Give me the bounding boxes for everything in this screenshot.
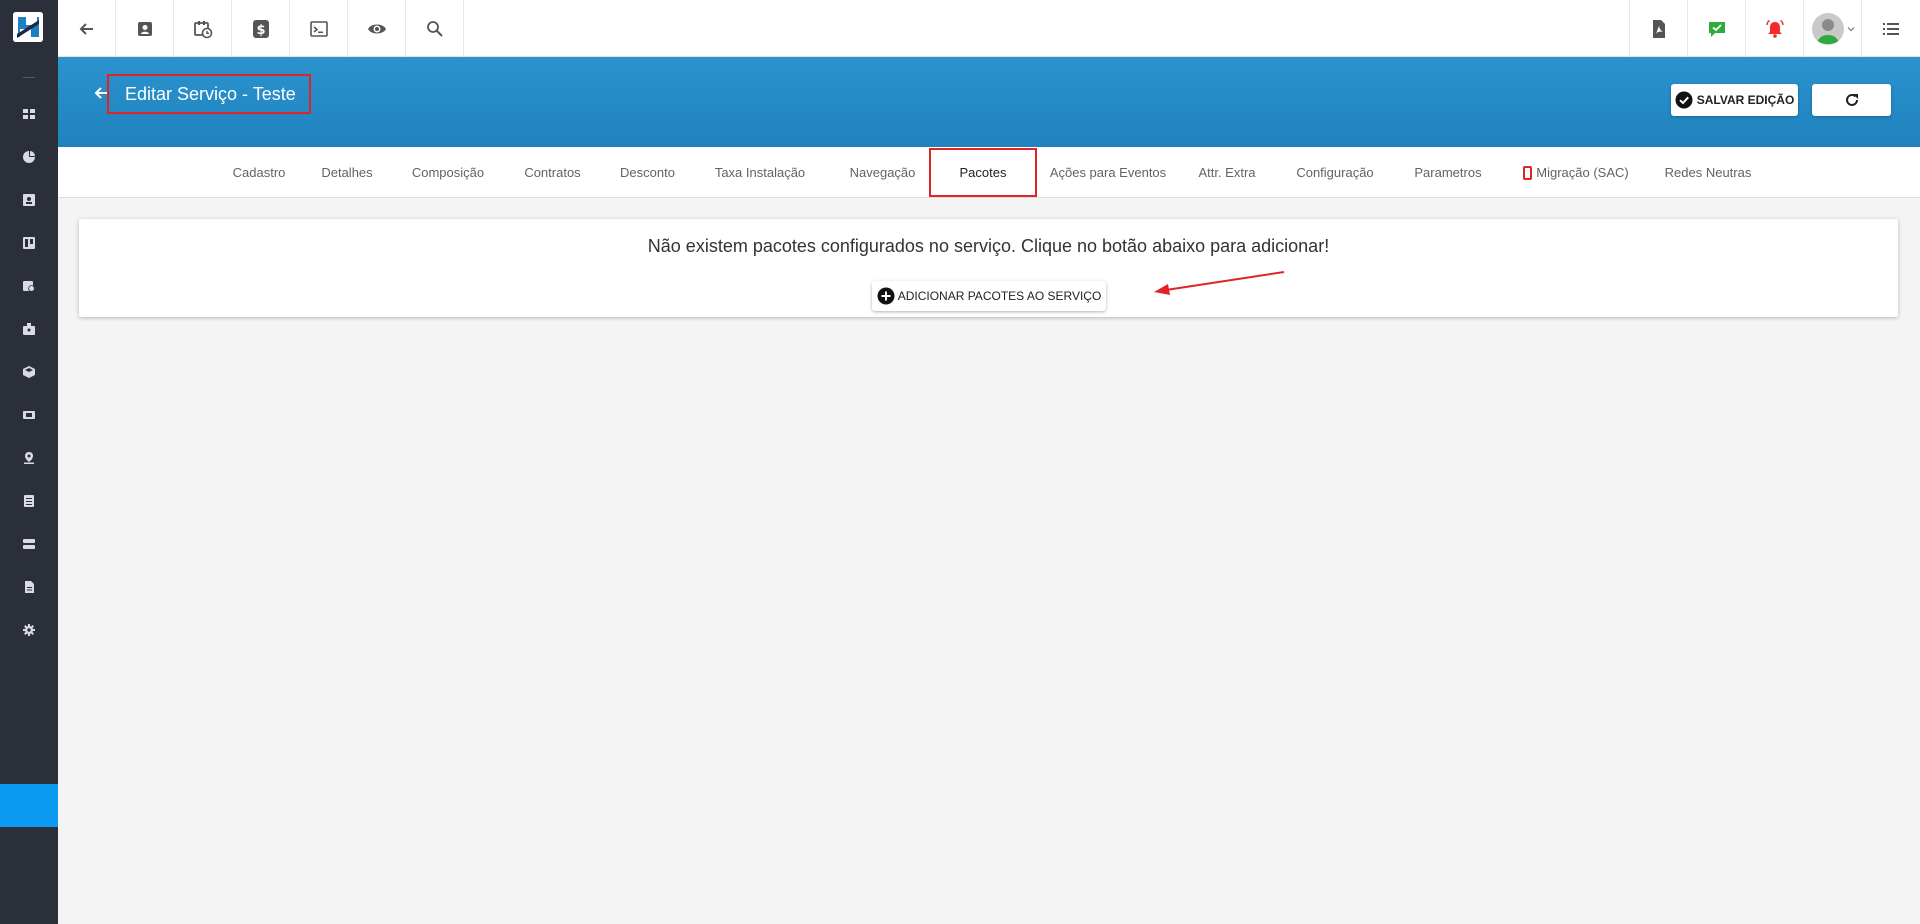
sidebar-item-schedule[interactable] (0, 271, 58, 301)
contact-card-icon (137, 21, 152, 36)
alerts-button[interactable] (1745, 0, 1803, 57)
chat-check-icon (1708, 21, 1725, 37)
server-icon (23, 539, 35, 549)
plus-circle-icon (877, 287, 895, 305)
page-header: Editar Serviço - Teste SALVAR EDIÇÃO (58, 57, 1920, 147)
clients-button[interactable] (116, 0, 174, 57)
search-icon (426, 20, 443, 37)
tab-composicao[interactable]: Composição (391, 147, 505, 198)
dollar-icon: $ (252, 19, 269, 38)
packages-card: Não existem pacotes configurados no serv… (79, 219, 1898, 317)
refresh-icon (1845, 93, 1858, 106)
sidebar-item-finance[interactable] (0, 400, 58, 430)
dashboard-icon (23, 109, 35, 119)
sidebar-item-settings[interactable] (0, 615, 58, 645)
chevron-down-icon (1847, 26, 1854, 31)
add-packages-button[interactable]: ADICIONAR PACOTES AO SERVIÇO (872, 281, 1106, 311)
sidebar-item-dashboard[interactable] (0, 99, 58, 129)
add-packages-label: ADICIONAR PACOTES AO SERVIÇO (897, 289, 1102, 303)
tab-acoes-para-eventos[interactable]: Ações para Eventos (1037, 147, 1179, 198)
calendar-clock-icon (193, 20, 212, 38)
pdf-icon (1652, 19, 1665, 38)
briefcase-icon (23, 323, 35, 335)
list-icon (24, 495, 34, 507)
tab-desconto[interactable]: Desconto (600, 147, 695, 198)
tab-pacotes[interactable]: Pacotes (929, 148, 1037, 197)
sidebar-item-list[interactable] (0, 486, 58, 516)
refresh-button[interactable] (1812, 84, 1891, 116)
pie-chart-icon (23, 151, 35, 163)
page-title: Editar Serviço - Teste (125, 83, 296, 104)
chat-button[interactable] (1687, 0, 1745, 57)
finance-button[interactable]: $ (232, 0, 290, 57)
top-toolbar: $ (58, 0, 1920, 57)
save-edit-label: SALVAR EDIÇÃO (1696, 93, 1795, 107)
check-circle-icon (1675, 91, 1693, 109)
sidebar-item-board[interactable] (0, 228, 58, 258)
app-logo[interactable] (13, 12, 43, 42)
sidebar-active-item[interactable] (0, 784, 58, 827)
terminal-icon (309, 20, 328, 37)
sidebar-item-servers[interactable] (0, 529, 58, 559)
gear-icon (23, 624, 35, 636)
sidebar-item-products[interactable] (0, 357, 58, 387)
tab-migracao-sac[interactable]: Migração (SAC) (1501, 147, 1651, 198)
contact-card-icon (23, 194, 35, 206)
calendar-clock-icon (23, 281, 35, 292)
svg-text:$: $ (256, 23, 265, 38)
menu-button[interactable] (1861, 0, 1919, 57)
tab-parametros[interactable]: Parametros (1395, 147, 1501, 198)
annotation-arrow-icon (1154, 271, 1285, 295)
schedule-button[interactable] (174, 0, 232, 57)
view-button[interactable] (348, 0, 406, 57)
list-menu-icon (1882, 22, 1899, 35)
tab-cadastro[interactable]: Cadastro (215, 147, 303, 198)
tab-bar: Cadastro Detalhes Composição Contratos D… (58, 147, 1920, 198)
tab-navegacao[interactable]: Navegação (825, 147, 940, 198)
tab-attr-extra[interactable]: Attr. Extra (1179, 147, 1275, 198)
page-title-highlight: Editar Serviço - Teste (107, 74, 311, 114)
box-icon (23, 366, 35, 378)
back-icon (79, 22, 93, 35)
tab-redes-neutras[interactable]: Redes Neutras (1651, 147, 1765, 198)
sidebar-item-services[interactable] (0, 314, 58, 344)
user-avatar (1811, 12, 1844, 45)
mobile-phone-icon (1523, 165, 1533, 180)
money-icon (23, 411, 35, 419)
pdf-button[interactable] (1629, 0, 1687, 57)
sidebar-item-map[interactable] (0, 443, 58, 473)
sidebar-item-reports[interactable] (0, 142, 58, 172)
sidebar-item-clients[interactable] (0, 185, 58, 215)
tab-contratos[interactable]: Contratos (505, 147, 600, 198)
empty-state-message: Não existem pacotes configurados no serv… (647, 236, 1330, 256)
tab-configuracao[interactable]: Configuração (1275, 147, 1395, 198)
tab-detalhes[interactable]: Detalhes (303, 147, 391, 198)
alarm-bell-icon (1765, 19, 1784, 38)
kanban-icon (23, 237, 35, 249)
sidebar-item-documents[interactable] (0, 572, 58, 602)
search-button[interactable] (406, 0, 464, 57)
terminal-button[interactable] (290, 0, 348, 57)
document-icon (25, 581, 34, 593)
map-pin-icon (24, 452, 34, 464)
tab-migracao-sac-label: Migração (SAC) (1536, 165, 1629, 180)
back-button[interactable] (58, 0, 116, 57)
user-menu[interactable] (1803, 0, 1861, 57)
left-sidebar (0, 0, 58, 924)
tab-taxa-instalacao[interactable]: Taxa Instalação (695, 147, 825, 198)
save-edit-button[interactable]: SALVAR EDIÇÃO (1671, 84, 1798, 116)
eye-icon (367, 24, 386, 33)
sidebar-divider (23, 77, 35, 78)
